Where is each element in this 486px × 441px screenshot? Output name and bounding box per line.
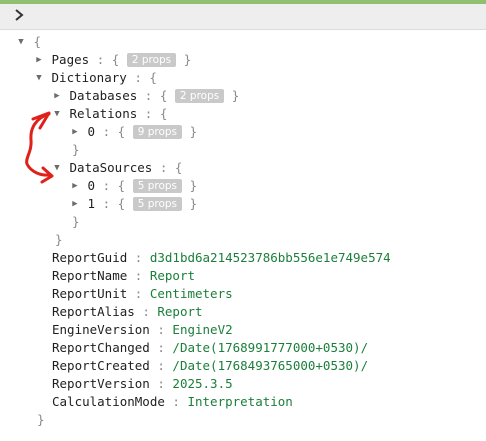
tree-node-datasources[interactable]: ▼ DataSources : { [52,159,182,177]
key-label: ReportUnit [52,286,128,301]
key-label: ReportChanged [52,340,150,355]
close-brace: } [231,88,240,103]
prop-report-guid[interactable]: ReportGuid : d3d1bd6a214523786bb556e1e74… [52,249,391,267]
tree-node-dictionary[interactable]: ▼ Dictionary : { [34,69,157,87]
prop-report-changed[interactable]: ReportChanged : /Date(1768991777000+0530… [52,339,368,357]
key-label: ReportCreated [52,358,150,373]
collapsed-caret-icon[interactable]: ▶ [34,51,44,69]
tree-node-datasources-0[interactable]: ▶ 0 : { 5 props } [70,177,197,195]
prop-report-alias[interactable]: ReportAlias : Report [52,303,203,321]
chevron-right-icon[interactable] [12,8,26,22]
props-count-badge[interactable]: 9 props [132,125,183,139]
key-label: ReportAlias [52,304,135,319]
viewer-header [0,4,486,30]
open-brace: { [159,106,168,121]
key-label: DataSources [69,160,153,175]
prop-report-name[interactable]: ReportName : Report [52,267,195,285]
expanded-caret-icon[interactable]: ▼ [52,159,62,177]
collapsed-caret-icon[interactable]: ▶ [70,177,80,195]
props-count-badge[interactable]: 5 props [132,197,183,211]
value-text: EngineV2 [172,322,233,337]
key-label: Dictionary [51,70,127,85]
key-label: ReportName [52,268,128,283]
props-count-badge[interactable]: 5 props [132,179,183,193]
tree-node-datasources-1[interactable]: ▶ 1 : { 5 props } [70,195,197,213]
dictionary-close: } [55,231,63,249]
close-brace: } [189,196,198,211]
key-label: EngineVersion [52,322,150,337]
key-label: Pages [51,52,90,67]
root-close: } [37,411,45,429]
expanded-caret-icon[interactable]: ▼ [52,105,62,123]
key-label: 1 [87,196,96,211]
props-count-badge[interactable]: 2 props [126,53,177,67]
value-text: d3d1bd6a214523786bb556e1e749e574 [149,250,391,265]
prop-report-version[interactable]: ReportVersion : 2025.3.5 [52,375,233,393]
open-brace: { [117,178,126,193]
close-brace: } [72,142,80,157]
open-brace: { [174,160,183,175]
tree-node-pages[interactable]: ▶ Pages : { 2 props } [34,51,191,69]
value-text: /Date(1768991777000+0530)/ [172,340,369,355]
collapsed-caret-icon[interactable]: ▶ [70,123,80,141]
key-label: 0 [87,124,96,139]
expanded-caret-icon[interactable]: ▼ [34,69,44,87]
value-text: Report [149,268,195,283]
key-label: Relations [69,106,138,121]
key-label: CalculationMode [52,394,165,409]
close-brace: } [189,124,198,139]
collapsed-caret-icon[interactable]: ▶ [52,87,62,105]
close-brace: } [55,232,63,247]
prop-calculation-mode[interactable]: CalculationMode : Interpretation [52,393,293,411]
value-text: Report [157,304,203,319]
root-node[interactable]: ▼ { [16,33,41,51]
value-text: 2025.3.5 [172,376,233,391]
close-brace: } [37,412,45,427]
relations-close: } [72,141,80,159]
prop-engine-version[interactable]: EngineVersion : EngineV2 [52,321,233,339]
datasources-close: } [72,213,80,231]
close-brace: } [189,178,198,193]
prop-report-created[interactable]: ReportCreated : /Date(1768493765000+0530… [52,357,368,375]
close-brace: } [72,214,80,229]
props-count-badge[interactable]: 2 props [174,89,225,103]
open-brace: { [117,124,126,139]
key-label: ReportVersion [52,376,150,391]
key-label: Databases [69,88,138,103]
value-text: Interpretation [187,394,293,409]
open-brace: { [159,88,168,103]
open-brace: { [117,196,126,211]
tree-node-databases[interactable]: ▶ Databases : { 2 props } [52,87,239,105]
root-open-brace: { [33,34,42,49]
prop-report-unit[interactable]: ReportUnit : Centimeters [52,285,233,303]
close-brace: } [183,52,192,67]
key-label: ReportGuid [52,250,128,265]
expanded-caret-icon[interactable]: ▼ [16,33,26,51]
value-text: /Date(1768493765000+0530)/ [172,358,369,373]
tree-node-relations[interactable]: ▼ Relations : { [52,105,167,123]
value-text: Centimeters [149,286,233,301]
open-brace: { [111,52,120,67]
key-label: 0 [87,178,96,193]
collapsed-caret-icon[interactable]: ▶ [70,195,80,213]
open-brace: { [149,70,157,85]
tree-node-relations-0[interactable]: ▶ 0 : { 9 props } [70,123,197,141]
